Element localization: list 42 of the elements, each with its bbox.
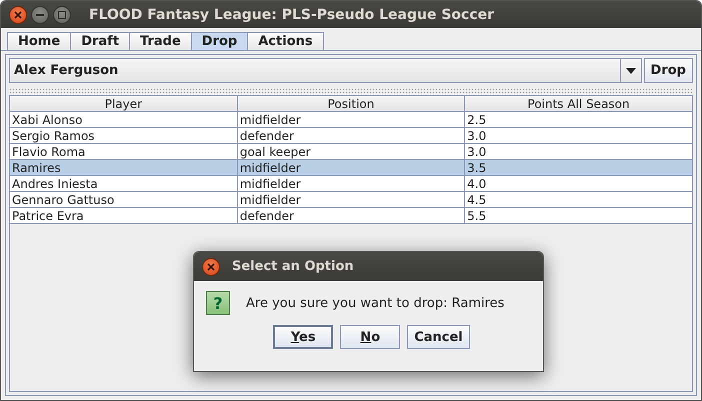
table-cell: 4.0	[464, 176, 692, 192]
table-cell: midfielder	[237, 192, 465, 208]
table-cell: 3.5	[464, 160, 692, 176]
tab[interactable]: Trade	[129, 32, 192, 50]
question-icon: ?	[206, 291, 230, 315]
table-cell: Sergio Ramos	[10, 128, 238, 144]
dialog-button[interactable]: No	[340, 325, 400, 349]
table-cell: 2.5	[464, 112, 692, 128]
table-cell: defender	[237, 208, 465, 224]
table-cell: 5.5	[464, 208, 692, 224]
close-icon[interactable]	[202, 258, 220, 276]
table-cell: midfielder	[237, 112, 465, 128]
dialog-title: Select an Option	[232, 259, 354, 274]
table-cell: midfielder	[237, 160, 465, 176]
minimize-icon[interactable]	[31, 6, 49, 24]
dialog-button[interactable]: Yes	[273, 325, 334, 349]
column-header[interactable]: Player	[10, 96, 238, 112]
table-cell: Flavio Roma	[10, 144, 238, 160]
tab[interactable]: Draft	[70, 32, 130, 50]
table-cell: Andres Iniesta	[10, 176, 238, 192]
column-header[interactable]: Points All Season	[464, 96, 692, 112]
table-cell: goal keeper	[237, 144, 465, 160]
drop-button[interactable]: Drop	[644, 58, 693, 83]
table-cell: 3.0	[464, 144, 692, 160]
column-header[interactable]: Position	[237, 96, 465, 112]
table-cell: midfielder	[237, 176, 465, 192]
tab[interactable]: Home	[7, 32, 72, 50]
tab[interactable]: Drop	[190, 32, 248, 50]
close-icon[interactable]	[9, 6, 27, 24]
dialog-button[interactable]: Cancel	[407, 325, 470, 349]
table-cell: Patrice Evra	[10, 208, 238, 224]
manager-dropdown[interactable]: Alex Ferguson	[9, 58, 642, 83]
window-title: FLOOD Fantasy League: PLS-Pseudo League Soccer	[89, 6, 494, 22]
table-cell: Gennaro Gattuso	[10, 192, 238, 208]
table-cell: Xabi Alonso	[10, 112, 238, 128]
dialog-message: Are you sure you want to drop: Ramires	[246, 296, 504, 310]
maximize-icon[interactable]	[53, 6, 71, 24]
table-cell: 4.5	[464, 192, 692, 208]
table-cell: defender	[237, 128, 465, 144]
tab[interactable]: Actions	[247, 32, 324, 50]
table-cell: Ramires	[10, 160, 238, 176]
table-cell: 3.0	[464, 128, 692, 144]
